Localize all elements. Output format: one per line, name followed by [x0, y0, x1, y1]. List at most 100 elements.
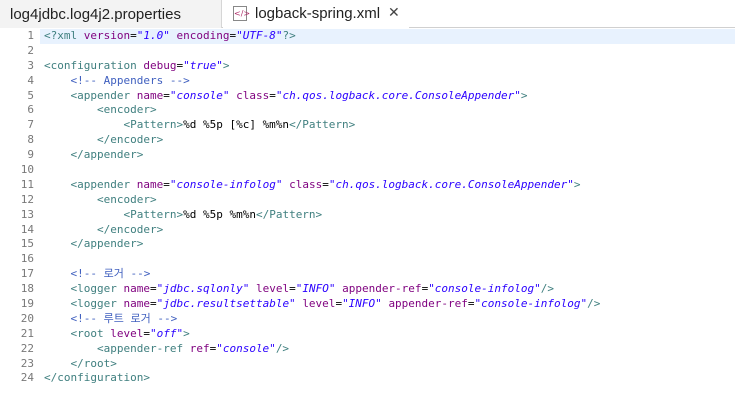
code-line[interactable]: 22 <appender-ref ref="console"/> — [0, 342, 735, 357]
editor-tab-bar: log4jdbc.log4j2.properties </> logback-s… — [0, 0, 735, 28]
code-token: ?> — [282, 29, 296, 42]
code-token: </encoder> — [96, 133, 164, 147]
code-line[interactable]: 13 <Pattern>%d %5p %m%n</Pattern> — [0, 208, 735, 223]
code-line[interactable]: 12 <encoder> — [0, 193, 735, 208]
code-editor[interactable]: 1 <?xml version="1.0" encoding="UTF-8"?> 2… — [0, 29, 735, 407]
xml-file-icon: </> — [233, 5, 250, 21]
code-line[interactable]: 7 <Pattern>%d %5p [%c] %m%n</Pattern> — [0, 118, 735, 133]
code-line[interactable]: 3 <configuration debug="true"> — [0, 59, 735, 74]
code-token: = — [143, 326, 150, 340]
code-line[interactable]: 9 </appender> — [0, 148, 735, 163]
code-token: <!-- 루트 로거 --> — [70, 311, 178, 325]
code-token: level — [110, 326, 144, 340]
code-token: "INFO" — [342, 297, 382, 311]
line-code: </configuration> — [44, 371, 150, 386]
code-line[interactable]: 6 <encoder> — [0, 103, 735, 118]
code-line[interactable]: 10 — [0, 163, 735, 178]
code-line[interactable]: 16 — [0, 252, 735, 267]
code-line[interactable]: 15 </appender> — [0, 237, 735, 252]
code-token: "ch.qos.logback.core.ConsoleAppender" — [275, 88, 521, 102]
code-token: "console-infolog" — [474, 297, 588, 311]
code-token: = — [163, 88, 170, 102]
code-lines: 1 <?xml version="1.0" encoding="UTF-8"?> 2… — [0, 29, 735, 386]
code-token: name — [136, 177, 164, 191]
code-token: = — [149, 297, 157, 311]
code-line[interactable]: 17 <!-- 로거 --> — [0, 267, 735, 282]
code-token: "ch.qos.logback.core.ConsoleAppender" — [328, 177, 574, 191]
code-line[interactable]: 21 <root level="off"> — [0, 327, 735, 342]
code-line[interactable]: 5 <appender name="console" class="ch.qos… — [0, 89, 735, 104]
code-token: "INFO" — [295, 282, 336, 296]
line-number: 11 — [20, 177, 34, 191]
code-token: <configuration — [44, 58, 144, 72]
code-token: </appender> — [70, 237, 144, 251]
code-token: </Pattern> — [255, 207, 323, 221]
code-token: encoding — [176, 29, 230, 42]
code-token: = — [269, 88, 276, 102]
code-line[interactable]: 8 </encoder> — [0, 133, 735, 148]
code-token: version — [83, 29, 131, 42]
line-code: <!-- 루트 로거 --> — [44, 311, 178, 327]
code-token: = — [289, 282, 296, 296]
close-tab-icon[interactable]: ✕ — [388, 5, 400, 21]
line-number: 22 — [20, 341, 34, 355]
line-number: 9 — [27, 148, 34, 162]
code-token: /> — [275, 341, 290, 355]
code-token: "jdbc.sqlonly" — [156, 282, 250, 296]
code-token: name — [136, 88, 164, 102]
code-line[interactable]: 14 </encoder> — [0, 223, 735, 238]
line-number: 19 — [20, 297, 34, 311]
code-line[interactable]: 4 <!-- Appenders --> — [0, 74, 735, 89]
code-line[interactable]: 2 — [0, 44, 735, 59]
code-token: "console-infolog" — [169, 177, 283, 191]
line-number: 12 — [20, 192, 34, 206]
line-number: 10 — [20, 163, 34, 177]
code-token: = — [149, 282, 157, 296]
line-number: 18 — [20, 282, 34, 296]
code-line[interactable]: 24 </configuration> — [0, 371, 735, 386]
code-line[interactable]: 23 </root> — [0, 357, 735, 372]
code-line[interactable]: 19 <logger name="jdbc.resultsettable" le… — [0, 297, 735, 312]
code-token: = — [467, 297, 475, 311]
code-line[interactable]: 20 <!-- 루트 로거 --> — [0, 312, 735, 327]
code-line[interactable]: 1 <?xml version="1.0" encoding="UTF-8"?> — [0, 29, 735, 44]
line-number: 8 — [27, 133, 34, 147]
line-number: 17 — [20, 267, 34, 281]
code-line[interactable]: 18 <logger name="jdbc.sqlonly" level="IN… — [0, 282, 735, 297]
code-token: </appender> — [70, 148, 144, 162]
code-token: class — [289, 177, 323, 191]
line-code: </encoder> — [44, 223, 163, 238]
line-number: 5 — [27, 88, 34, 102]
line-code: <!-- 로거 --> — [44, 267, 151, 282]
tab-logback-spring-xml[interactable]: </> logback-spring.xml ✕ — [223, 0, 409, 28]
code-token: level — [255, 282, 290, 296]
tab-log4jdbc-properties[interactable]: log4jdbc.log4j2.properties — [0, 0, 222, 28]
code-line[interactable]: 11 <appender name="console-infolog" clas… — [0, 178, 735, 193]
code-token: </configuration> — [44, 371, 150, 385]
line-number: 13 — [20, 207, 34, 221]
code-token: appender-ref — [388, 297, 468, 311]
code-token: > — [520, 88, 528, 102]
line-number: 23 — [20, 356, 34, 370]
code-token: "console" — [169, 88, 230, 102]
code-token: <logger — [70, 297, 124, 311]
line-code: <appender name="console-infolog" class="… — [44, 178, 581, 193]
code-token: <Pattern> — [123, 118, 184, 132]
code-token: > — [573, 177, 581, 191]
code-token: debug — [143, 58, 177, 72]
tab-label: log4jdbc.log4j2.properties — [10, 5, 181, 23]
line-number: 24 — [20, 371, 34, 385]
code-token: > — [222, 58, 230, 72]
